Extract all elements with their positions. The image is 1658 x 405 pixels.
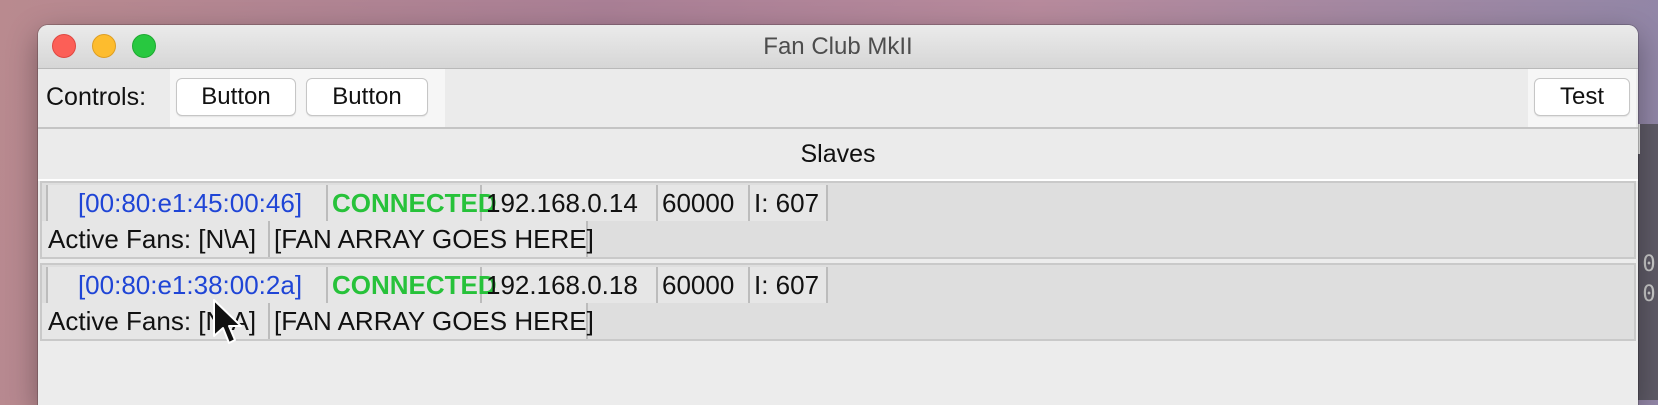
slave-mac-address[interactable]: [00:80:e1:38:00:2a]	[46, 267, 328, 303]
control-button-2[interactable]: Button	[306, 78, 428, 116]
mouse-pointer-icon	[213, 299, 242, 344]
test-button-container: Test	[1528, 69, 1636, 127]
slave-fan-array: [FAN ARRAY GOES HERE]	[270, 303, 594, 339]
slave-index: I: 607	[750, 267, 828, 303]
app-window: Fan Club MkII Controls: Button Button Te…	[38, 25, 1638, 405]
title-bar[interactable]: Fan Club MkII	[38, 25, 1638, 69]
slave-status-label: CONNECTED	[328, 185, 497, 221]
controls-bar: Controls: Button Button Test	[38, 69, 1638, 129]
slaves-header: Slaves	[38, 129, 1638, 181]
slave-active-fans: Active Fans: [N\A]	[42, 221, 270, 257]
test-button[interactable]: Test	[1534, 78, 1630, 116]
slave-mac-address[interactable]: [00:80:e1:45:00:46]	[46, 185, 328, 221]
slave-ip-address: 192.168.0.18	[482, 267, 658, 303]
control-button-1[interactable]: Button	[176, 78, 296, 116]
background-terminal-digit: 0	[1642, 252, 1656, 277]
slave-port: 60000	[658, 185, 750, 221]
window-title: Fan Club MkII	[763, 33, 913, 60]
slave-index: I: 607	[750, 185, 828, 221]
background-terminal-digit: 0	[1642, 282, 1656, 307]
slave-row: [00:80:e1:45:00:46] CONNECTED 192.168.0.…	[40, 181, 1636, 259]
slave-status-label: CONNECTED	[328, 267, 497, 303]
controls-button-group: Button Button	[170, 69, 445, 127]
controls-label: Controls:	[46, 83, 147, 111]
slave-fan-array: [FAN ARRAY GOES HERE]	[270, 221, 594, 257]
slave-row: [00:80:e1:38:00:2a] CONNECTED 192.168.0.…	[40, 263, 1636, 341]
slave-port: 60000	[658, 267, 750, 303]
slave-ip-address: 192.168.0.14	[482, 185, 658, 221]
